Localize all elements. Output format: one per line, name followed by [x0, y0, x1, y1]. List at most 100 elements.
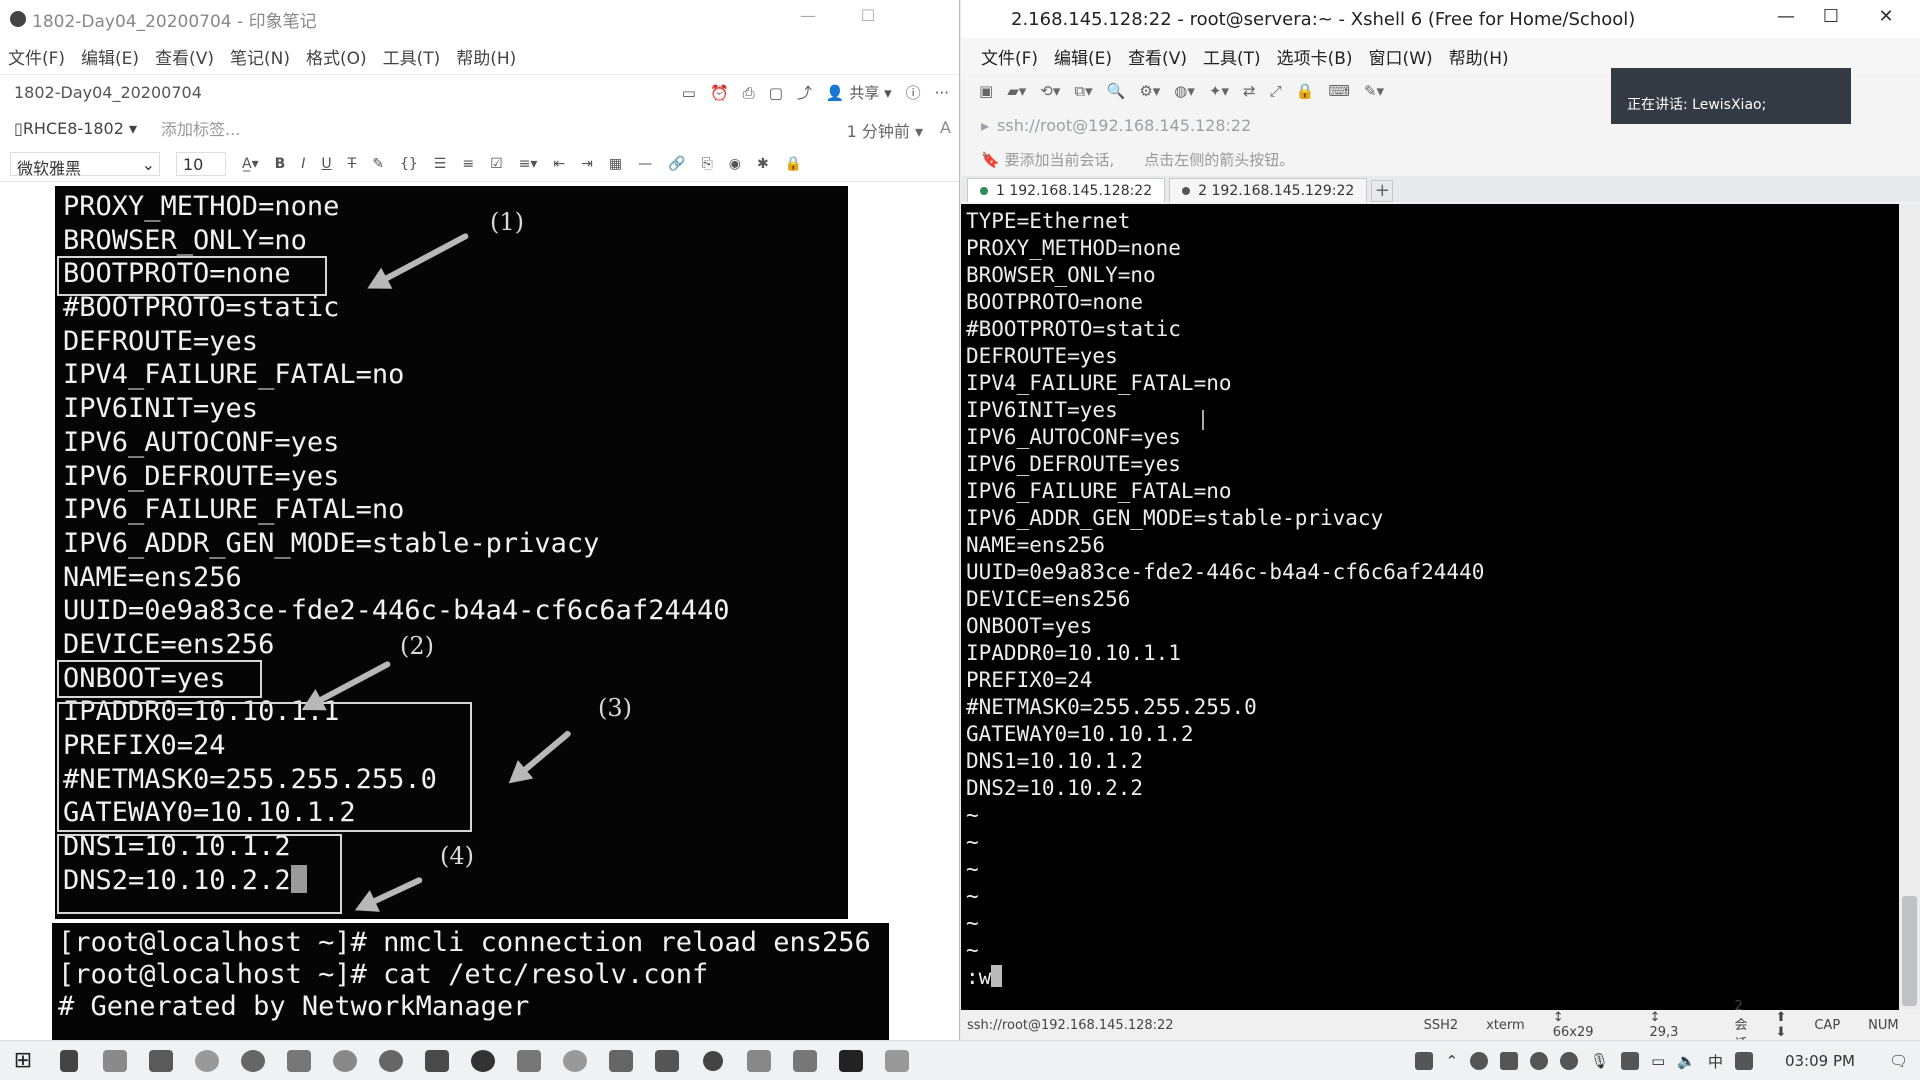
- taskbar-app-13-icon[interactable]: [644, 1041, 690, 1080]
- taskbar-app-5-icon[interactable]: [276, 1041, 322, 1080]
- font-family-select[interactable]: 微软雅黑 ⌄: [10, 151, 160, 178]
- numbered-list-icon[interactable]: ≡: [462, 156, 474, 172]
- open-folder-icon[interactable]: ▰▾: [1007, 82, 1026, 100]
- taskbar-app-15-icon[interactable]: [736, 1041, 782, 1080]
- menu-item[interactable]: 工具(T): [383, 44, 441, 69]
- updated-time[interactable]: 1 分钟前 ▾: [847, 118, 923, 142]
- highlight-icon[interactable]: ✎: [372, 156, 384, 172]
- taskbar-app-7-icon[interactable]: [368, 1041, 414, 1080]
- find-icon[interactable]: 🔍: [1107, 82, 1126, 100]
- session-tab-2[interactable]: 2 192.168.145.129:22: [1169, 178, 1368, 202]
- code-icon[interactable]: {}: [400, 156, 418, 172]
- tray-icon-2[interactable]: [1470, 1052, 1489, 1070]
- chat-icon[interactable]: ▢: [769, 84, 783, 102]
- taskbar-app-3-icon[interactable]: [184, 1041, 230, 1080]
- settings-gear-icon[interactable]: [690, 1041, 736, 1080]
- close-icon[interactable]: ✕: [1866, 6, 1906, 27]
- taskbar-app-16-icon[interactable]: [782, 1041, 828, 1080]
- more-icon[interactable]: ···: [935, 84, 949, 102]
- add-tag-input[interactable]: 添加标签...: [161, 116, 240, 140]
- table-icon[interactable]: ▦: [609, 156, 622, 172]
- minimize-icon[interactable]: —: [790, 6, 826, 32]
- menu-item[interactable]: 选项卡(B): [1277, 44, 1353, 69]
- lock-icon[interactable]: 🔒: [785, 156, 802, 172]
- tray-icon-6[interactable]: [1734, 1052, 1753, 1070]
- add-session-hint[interactable]: 🔖 要添加当前会话,: [981, 149, 1114, 170]
- reconnect-icon[interactable]: ⟲▾: [1040, 82, 1060, 100]
- taskbar-app-10-icon[interactable]: [506, 1041, 552, 1080]
- record-icon[interactable]: ◉: [729, 156, 741, 172]
- share-button[interactable]: 👤 共享 ▾: [826, 82, 892, 103]
- menu-item[interactable]: 格式(O): [306, 44, 367, 69]
- outdent-icon[interactable]: ⇤: [553, 156, 565, 172]
- terminal-scrollbar[interactable]: [1899, 204, 1920, 1010]
- font-size-select[interactable]: 10 ⌄: [176, 151, 226, 193]
- copy-icon[interactable]: ⧉▾: [1074, 82, 1092, 100]
- ime-indicator[interactable]: 中: [1708, 1051, 1723, 1072]
- excel-icon[interactable]: [414, 1041, 460, 1080]
- tray-chevron-icon[interactable]: ⌃: [1445, 1052, 1458, 1070]
- globe-icon[interactable]: ◍▾: [1174, 82, 1195, 100]
- tray-app-icon[interactable]: [1415, 1052, 1434, 1070]
- font-style-icon[interactable]: A: [940, 118, 951, 137]
- color-icon[interactable]: ✦▾: [1209, 82, 1229, 100]
- lock-icon[interactable]: 🔒: [1296, 82, 1315, 100]
- taskbar-app-11-icon[interactable]: [552, 1041, 598, 1080]
- presentation-icon[interactable]: ▭: [682, 84, 696, 102]
- menu-item[interactable]: 窗口(W): [1369, 44, 1433, 69]
- xshell-terminal[interactable]: TYPE=Ethernet PROXY_METHOD=none BROWSER_ON…: [961, 204, 1899, 1010]
- bullet-list-icon[interactable]: ☰: [434, 156, 447, 172]
- maximize-icon[interactable]: ☐: [850, 6, 886, 32]
- menu-item[interactable]: 编辑(E): [1054, 44, 1112, 69]
- taskbar-app-9-icon[interactable]: [460, 1041, 506, 1080]
- edge-icon[interactable]: [230, 1041, 276, 1080]
- emoji-icon[interactable]: ✱: [757, 156, 769, 172]
- taskbar-app-12-icon[interactable]: [598, 1041, 644, 1080]
- tray-icon-4[interactable]: [1530, 1052, 1549, 1070]
- new-session-icon[interactable]: ▣: [979, 82, 993, 100]
- note-title[interactable]: 1802-Day04_20200704: [14, 83, 202, 102]
- xshell-taskbar-icon[interactable]: [828, 1041, 874, 1080]
- menu-item[interactable]: 文件(F): [8, 44, 65, 69]
- xftp-icon[interactable]: ⇄: [1243, 82, 1256, 100]
- attach-icon[interactable]: ⎘: [702, 156, 713, 172]
- keyboard-icon[interactable]: ⌨: [1328, 82, 1350, 100]
- menu-item[interactable]: 编辑(E): [81, 44, 139, 69]
- menu-item[interactable]: 工具(T): [1203, 44, 1261, 69]
- italic-icon[interactable]: I: [301, 156, 305, 172]
- note-body[interactable]: PROXY_METHOD=none BROWSER_ONLY=no BOOTPROT…: [0, 182, 959, 1040]
- menu-item[interactable]: 文件(F): [981, 44, 1038, 69]
- share-icon[interactable]: ⤴: [797, 82, 812, 103]
- reminder-icon[interactable]: ⏰: [710, 84, 729, 102]
- taskbar-app-6-icon[interactable]: [322, 1041, 368, 1080]
- fullscreen-icon[interactable]: ⤢: [1270, 82, 1282, 100]
- minimize-icon[interactable]: —: [1766, 6, 1806, 27]
- session-tab-1[interactable]: 1 192.168.145.128:22: [967, 178, 1166, 202]
- taskbar-app-2-icon[interactable]: [138, 1041, 184, 1080]
- underline-icon[interactable]: U: [321, 156, 331, 172]
- print-icon[interactable]: ⎙: [743, 84, 755, 102]
- clock[interactable]: 03:09 PM: [1785, 1052, 1855, 1070]
- task-view-icon[interactable]: [46, 1041, 92, 1080]
- scrollbar-thumb[interactable]: [1902, 896, 1917, 1006]
- text-color-icon[interactable]: A̲▾: [242, 156, 259, 172]
- maximize-icon[interactable]: ☐: [1811, 6, 1851, 27]
- indent-icon[interactable]: ⇥: [581, 156, 593, 172]
- start-button[interactable]: ⊞: [0, 1041, 46, 1080]
- menu-item[interactable]: 帮助(H): [456, 44, 516, 69]
- menu-item[interactable]: 笔记(N): [230, 44, 290, 69]
- link-icon[interactable]: 🔗: [668, 156, 685, 172]
- volume-icon[interactable]: 🔈: [1677, 1052, 1696, 1070]
- add-tab-button[interactable]: +: [1371, 180, 1394, 202]
- menu-item[interactable]: 查看(V): [1128, 44, 1187, 69]
- info-icon[interactable]: ⓘ: [906, 82, 921, 103]
- microphone-icon[interactable]: 🎙: [1590, 1052, 1609, 1070]
- battery-icon[interactable]: [1621, 1052, 1640, 1070]
- menu-item[interactable]: 查看(V): [155, 44, 214, 69]
- taskbar-app-1-icon[interactable]: [92, 1041, 138, 1080]
- settings-icon[interactable]: ⚙▾: [1139, 82, 1160, 100]
- taskbar-app-18-icon[interactable]: [874, 1041, 920, 1080]
- strikethrough-icon[interactable]: T: [348, 156, 357, 172]
- network-icon[interactable]: ▭: [1651, 1052, 1665, 1070]
- tray-icon-5[interactable]: [1560, 1052, 1579, 1070]
